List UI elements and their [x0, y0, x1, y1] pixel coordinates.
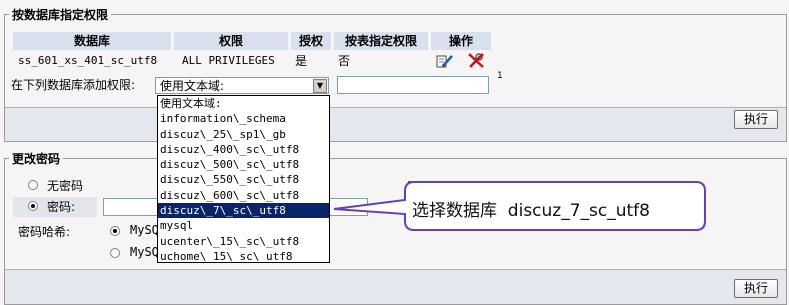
- header-database: 数据库: [13, 32, 171, 50]
- hash-option-1-label: MySQ: [130, 223, 159, 237]
- dropdown-option[interactable]: discuz\_25\_sp1\_gb: [158, 127, 329, 142]
- hash-label: 密码哈希:: [18, 225, 71, 239]
- add-privileges-label: 在下列数据库添加权限:: [11, 78, 136, 92]
- chevron-down-icon[interactable]: ▼: [313, 79, 327, 93]
- dropdown-option[interactable]: discuz\_550\_sc\_utf8: [158, 172, 329, 187]
- password-legend: 更改密码: [9, 150, 64, 167]
- header-privileges: 权限: [174, 32, 288, 50]
- dropdown-option[interactable]: 使用文本域:: [158, 96, 329, 111]
- footnote-marker: 1: [497, 71, 503, 81]
- privileges-legend: 按数据库指定权限: [9, 6, 112, 23]
- hash-radio-2[interactable]: [110, 248, 120, 258]
- hash-option-2-label: MySQ: [130, 245, 159, 259]
- dropdown-option[interactable]: discuz\_500\_sc\_utf8: [158, 157, 329, 172]
- callout-text: 选择数据库 discuz_7_sc_utf8: [412, 201, 650, 221]
- password-label: 密码:: [47, 200, 76, 214]
- dropdown-option[interactable]: uchome\_15\_sc\_utf8: [158, 249, 329, 264]
- dropdown-option[interactable]: mysql: [158, 218, 329, 233]
- no-password-radio[interactable]: [28, 180, 38, 190]
- row-database: ss_601_xs_401_sc_utf8: [18, 54, 158, 67]
- execute-button-password[interactable]: 执行: [734, 279, 778, 298]
- database-select[interactable]: 使用文本域: ▼: [155, 77, 329, 94]
- dropdown-option-selected[interactable]: discuz\_7\_sc\_utf8: [158, 203, 329, 219]
- dropdown-option[interactable]: information\_schema: [158, 111, 329, 126]
- edit-privileges-icon[interactable]: [436, 53, 454, 69]
- dropdown-option[interactable]: ucenter\_15\_sc\_utf8: [158, 234, 329, 249]
- dropdown-option[interactable]: discuz\_600\_sc\_utf8: [158, 188, 329, 203]
- header-grant: 授权: [291, 32, 331, 50]
- database-select-value: 使用文本域:: [160, 79, 225, 93]
- database-name-input[interactable]: [337, 76, 489, 94]
- row-table-specific: 否: [338, 54, 351, 68]
- revoke-privileges-icon[interactable]: [467, 52, 485, 69]
- row-privileges: ALL PRIVILEGES: [182, 54, 275, 67]
- password-footer: [5, 269, 786, 304]
- database-dropdown-list[interactable]: 使用文本域: information\_schema discuz\_25\_s…: [157, 95, 330, 263]
- header-table-specific: 按表指定权限: [334, 32, 428, 50]
- no-password-label: 无密码: [47, 179, 84, 193]
- dropdown-option[interactable]: discuz\_400\_sc\_utf8: [158, 142, 329, 157]
- privileges-footer: [5, 107, 786, 141]
- hash-radio-1[interactable]: [110, 226, 120, 236]
- row-grant: 是: [295, 54, 308, 68]
- execute-button-privileges[interactable]: 执行: [734, 110, 778, 129]
- header-action: 操作: [431, 32, 491, 50]
- password-radio[interactable]: [28, 201, 38, 211]
